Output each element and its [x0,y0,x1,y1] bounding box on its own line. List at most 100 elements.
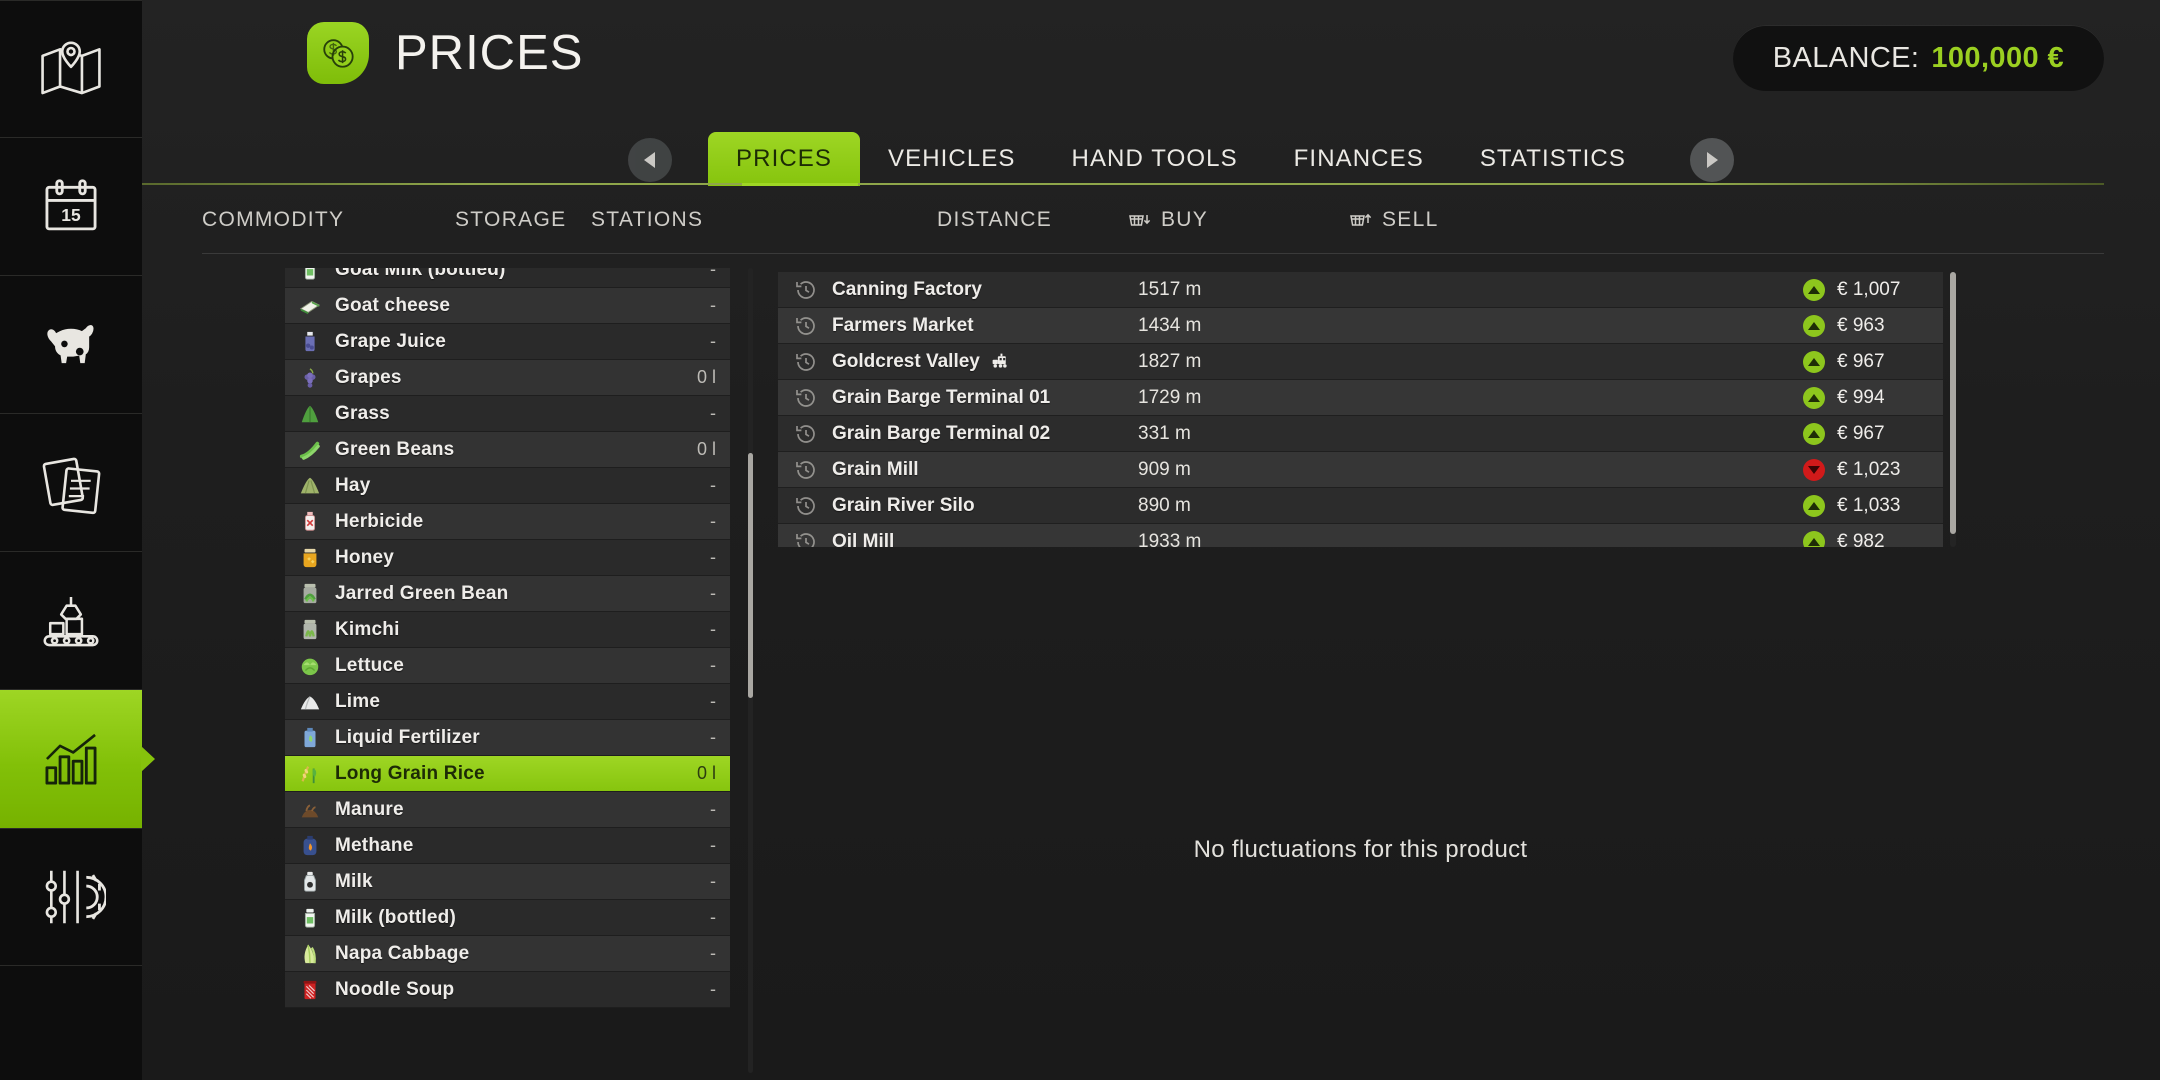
tab-bar: PRICES VEHICLES HAND TOOLS FINANCES STAT… [142,128,2160,186]
commodity-row[interactable]: Lettuce - [285,648,730,684]
commodity-row[interactable]: Grass - [285,396,730,432]
balance-value: 100,000 € [1931,41,2064,74]
commodity-row[interactable]: Grapes 0 l [285,360,730,396]
commodity-row[interactable]: Kimchi - [285,612,730,648]
station-row[interactable]: Grain Barge Terminal 01 1729 m € 994 [778,380,1943,416]
commodity-name: Long Grain Rice [335,762,485,784]
station-scrollbar[interactable] [1950,272,1956,547]
commodity-row[interactable]: Herbicide - [285,504,730,540]
tab-finances[interactable]: FINANCES [1266,132,1452,186]
station-row[interactable]: Grain Barge Terminal 02 331 m € 967 [778,416,1943,452]
commodity-row[interactable]: Noodle Soup - [285,972,730,1008]
commodity-row[interactable]: Liquid Fertilizer - [285,720,730,756]
commodity-row[interactable]: Hay - [285,468,730,504]
station-list-panel[interactable]: Canning Factory 1517 m € 1,007 Farmers Mark… [778,272,1943,547]
commodity-row[interactable]: Grape Juice - [285,324,730,360]
commodity-row[interactable]: Goat Milk (bottled) - [285,268,730,288]
commodity-name: Manure [335,798,404,820]
cheese-icon [297,293,323,319]
station-name: Grain Barge Terminal 02 [832,422,1051,444]
commodity-row[interactable]: Green Beans 0 l [285,432,730,468]
sidebar-item-contracts[interactable] [0,414,142,552]
sidebar-item-statistics[interactable] [0,690,155,828]
sidebar-item-map[interactable] [0,0,142,138]
commodity-scrollbar[interactable] [748,268,753,1073]
commodity-storage: - [710,655,716,675]
station-name: Goldcrest Valley [832,350,980,372]
commodity-row[interactable]: Jarred Green Bean - [285,576,730,612]
tab-vehicles[interactable]: VEHICLES [860,132,1044,186]
column-stations[interactable]: STATIONS [591,208,703,232]
column-storage[interactable]: STORAGE [455,208,566,232]
train-icon [990,353,1011,370]
column-sell[interactable]: SELL [1348,208,1439,232]
station-name: Canning Factory [832,278,982,300]
commodity-row[interactable]: Milk - [285,864,730,900]
commodity-row[interactable]: Methane - [285,828,730,864]
column-commodity[interactable]: COMMODITY [202,208,344,232]
commodity-row[interactable]: Manure - [285,792,730,828]
commodity-row[interactable]: Lime - [285,684,730,720]
commodity-scrollbar-thumb[interactable] [748,453,753,698]
rice-icon [297,761,323,787]
station-distance: 1434 m [1138,314,1202,336]
commodity-name: Grape Juice [335,330,446,352]
station-row[interactable]: Oil Mill 1933 m € 982 [778,524,1943,547]
commodity-name: Milk [335,870,373,892]
commodity-storage: - [710,619,716,639]
methane-icon [297,833,323,859]
history-icon [794,314,818,338]
station-row[interactable]: Grain Mill 909 m € 1,023 [778,452,1943,488]
commodity-storage: - [710,691,716,711]
production-icon [36,586,106,656]
sidebar-item-calendar[interactable]: 15 [0,138,142,276]
commodity-row[interactable]: Napa Cabbage - [285,936,730,972]
chevron-left-icon [643,152,655,168]
station-row[interactable]: Goldcrest Valley 1827 m € 967 [778,344,1943,380]
station-scrollbar-thumb[interactable] [1950,272,1956,534]
commodity-storage: - [710,871,716,891]
tab-statistics[interactable]: STATISTICS [1452,132,1654,186]
commodity-list-panel[interactable]: Goat Milk (bottled) - Goat cheese - Grape Ju… [285,268,745,1078]
commodity-name: Herbicide [335,510,424,532]
trend-up-icon [1803,530,1825,547]
noodle-soup-icon [297,977,323,1003]
honey-jar-icon [297,545,323,571]
sidebar-item-animals[interactable] [0,276,142,414]
station-name-cell: Grain River Silo [832,495,975,517]
station-price-cell: € 1,023 [1803,458,1933,481]
commodity-name: Grapes [335,366,402,388]
tab-prices[interactable]: PRICES [708,132,860,186]
station-name-cell: Grain Mill [832,459,919,481]
sidebar-item-settings[interactable] [0,828,142,966]
napa-cabbage-icon [297,941,323,967]
station-row[interactable]: Farmers Market 1434 m € 963 [778,308,1943,344]
station-distance: 1517 m [1138,278,1202,300]
station-name: Grain Barge Terminal 01 [832,386,1051,408]
chevron-right-icon [1707,152,1719,168]
commodity-row[interactable]: Goat cheese - [285,288,730,324]
title-group: PRICES [307,22,583,84]
commodity-row[interactable]: Long Grain Rice 0 l [285,756,730,792]
station-price: € 982 [1837,530,1885,548]
tabs-next-button[interactable] [1689,138,1734,182]
sidebar-item-production[interactable] [0,552,142,690]
station-row[interactable]: Grain River Silo 890 m € 1,033 [778,488,1943,524]
tabs-prev-button[interactable] [628,138,673,182]
tab-hand-tools[interactable]: HAND TOOLS [1044,132,1266,186]
column-buy[interactable]: BUY [1127,208,1208,232]
no-fluctuations-message: No fluctuations for this product [1193,836,1528,863]
station-name: Grain River Silo [832,494,975,516]
herbicide-icon [297,509,323,535]
column-distance[interactable]: DISTANCE [937,208,1052,232]
commodity-row[interactable]: Honey - [285,540,730,576]
station-row[interactable]: Canning Factory 1517 m € 1,007 [778,272,1943,308]
station-price: € 967 [1837,350,1885,372]
trend-up-icon [1803,350,1825,373]
cow-icon [36,310,106,380]
commodity-storage: - [710,799,716,819]
settings-icon [36,862,106,932]
commodity-name: Methane [335,834,414,856]
commodity-name: Jarred Green Bean [335,582,509,604]
commodity-row[interactable]: Milk (bottled) - [285,900,730,936]
